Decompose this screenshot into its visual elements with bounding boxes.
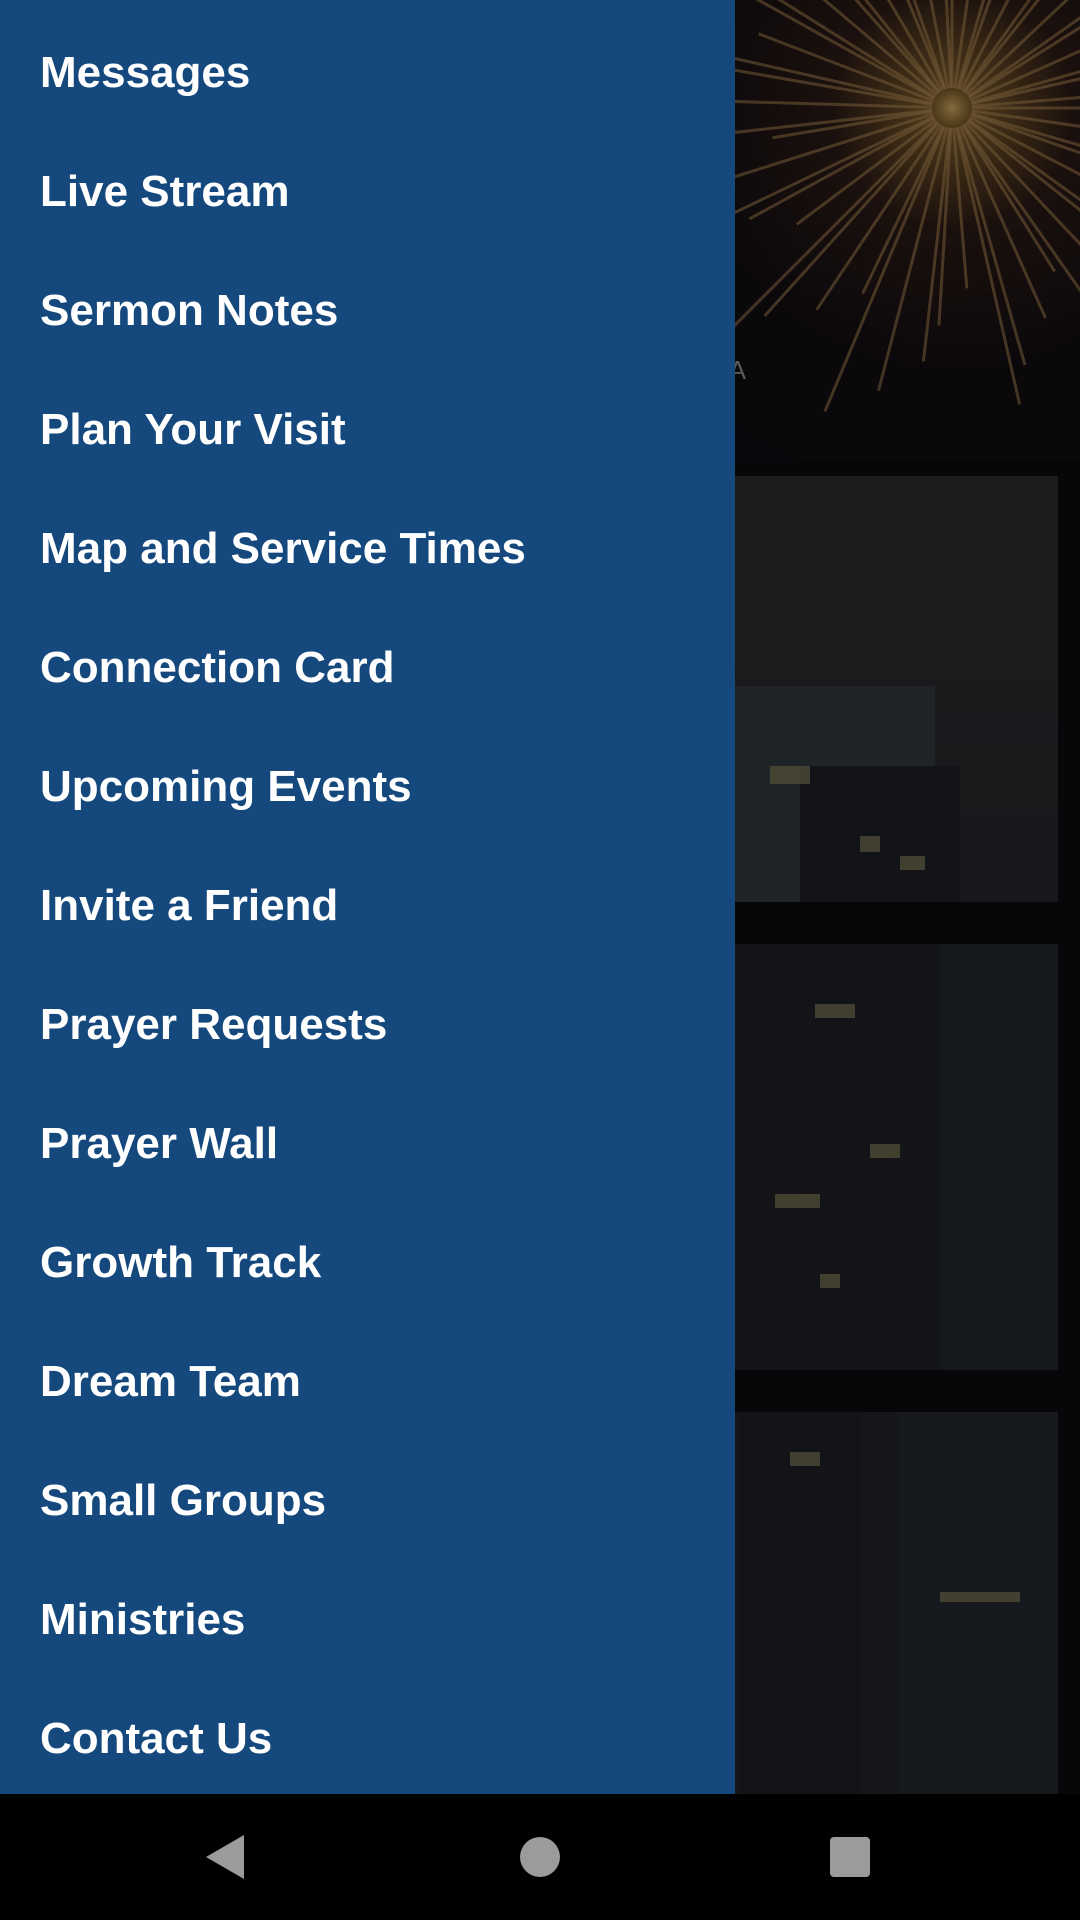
navigation-drawer: Messages Live Stream Sermon Notes Plan Your…	[0, 0, 735, 1794]
drawer-item-prayer-requests[interactable]: Prayer Requests	[0, 952, 735, 1071]
drawer-item-map-and-service-times[interactable]: Map and Service Times	[0, 476, 735, 595]
back-triangle-icon	[206, 1835, 244, 1879]
home-button[interactable]	[450, 1794, 630, 1920]
drawer-item-dream-team[interactable]: Dream Team	[0, 1309, 735, 1428]
drawer-item-plan-your-visit[interactable]: Plan Your Visit	[0, 357, 735, 476]
drawer-item-contact-us[interactable]: Contact Us	[0, 1666, 735, 1785]
drawer-item-live-stream[interactable]: Live Stream	[0, 119, 735, 238]
drawer-item-ministries[interactable]: Ministries	[0, 1547, 735, 1666]
home-circle-icon	[520, 1837, 560, 1877]
drawer-item-invite-a-friend[interactable]: Invite a Friend	[0, 833, 735, 952]
system-nav-bar	[0, 1794, 1080, 1920]
recents-button[interactable]	[760, 1794, 940, 1920]
drawer-item-messages[interactable]: Messages	[0, 0, 735, 119]
back-button[interactable]	[135, 1794, 315, 1920]
drawer-item-small-groups[interactable]: Small Groups	[0, 1428, 735, 1547]
drawer-menu: Messages Live Stream Sermon Notes Plan Your…	[0, 0, 735, 1785]
drawer-item-sermon-notes[interactable]: Sermon Notes	[0, 238, 735, 357]
drawer-item-upcoming-events[interactable]: Upcoming Events	[0, 714, 735, 833]
screen: T DA STS MessagesLive Str	[0, 0, 1080, 1920]
drawer-item-prayer-wall[interactable]: Prayer Wall	[0, 1071, 735, 1190]
drawer-item-growth-track[interactable]: Growth Track	[0, 1190, 735, 1309]
drawer-item-connection-card[interactable]: Connection Card	[0, 595, 735, 714]
recents-square-icon	[830, 1837, 870, 1877]
